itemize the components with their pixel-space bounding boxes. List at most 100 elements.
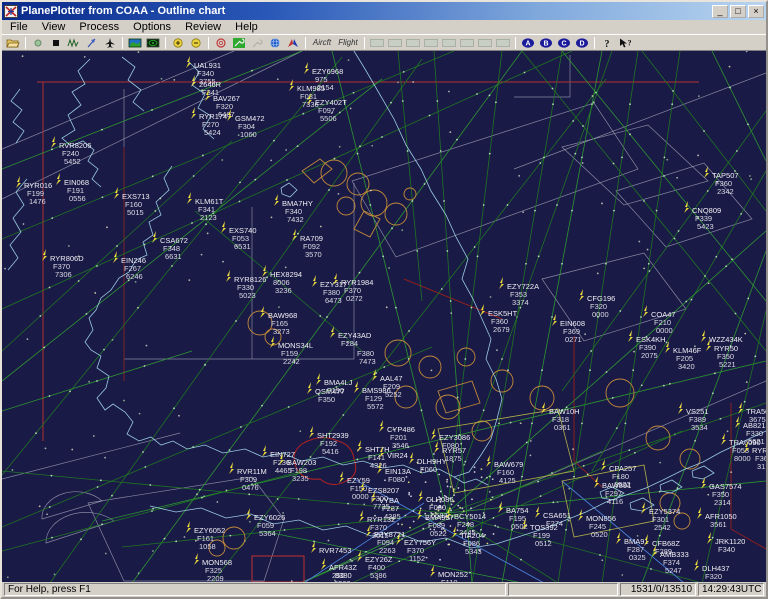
aircraft-label[interactable]: MONS34LF1592242	[270, 336, 313, 366]
aircraft-label[interactable]: EZY5374F3012542	[641, 502, 680, 532]
aircraft-label[interactable]: DLH437F3200331	[694, 559, 730, 582]
aircraft-label[interactable]: F3807473	[357, 349, 376, 366]
aircraft-label[interactable]: EZY722AF3533374	[499, 277, 539, 307]
track-dot	[334, 158, 336, 160]
radar-view-button[interactable]	[144, 36, 162, 50]
aircraft-marker-icon	[641, 502, 646, 514]
aircraft-label[interactable]: BMA997F0890522	[417, 508, 454, 538]
aircraft-label[interactable]: BMA91F2870325	[616, 532, 649, 562]
menu-item-process[interactable]: Process	[72, 21, 126, 34]
aircraft-label[interactable]: WZZ434K	[701, 330, 743, 344]
aircraft-label[interactable]: BAW968F1653273	[260, 306, 297, 336]
signal-button[interactable]	[65, 36, 83, 50]
aircraft-label[interactable]: TAP507F3602342	[704, 166, 739, 196]
aircraft-view-button[interactable]	[101, 36, 119, 50]
record-button[interactable]	[29, 36, 47, 50]
aircraft-list-button[interactable]: Aircft	[309, 36, 335, 50]
aircraft-label[interactable]: COA47F2100000	[643, 305, 676, 335]
position-dot	[470, 507, 472, 509]
menu-item-help[interactable]: Help	[228, 21, 265, 34]
aircraft-label[interactable]: EIN068F1910556	[56, 173, 89, 203]
coastline	[122, 57, 144, 111]
aircraft-label[interactable]: EZY6052F1611058	[186, 521, 225, 551]
position-dot	[216, 501, 218, 503]
stop-button[interactable]	[47, 36, 65, 50]
aircraft-label[interactable]: DLH9HYF060	[409, 452, 447, 474]
position-dot	[328, 540, 330, 542]
aircraft-label[interactable]: KLM46FF2053420	[665, 341, 702, 371]
aircraft-label[interactable]: KLM61TF3412123	[187, 192, 224, 222]
track-dot	[648, 263, 650, 265]
close-button[interactable]: ×	[748, 5, 764, 18]
menu-item-view[interactable]: View	[35, 21, 73, 34]
aircraft-label[interactable]: RYR8126F3305023	[226, 270, 266, 300]
aircraft-marker-icon	[579, 289, 584, 301]
view-b-button[interactable]: B	[537, 36, 555, 50]
track-dot	[672, 90, 674, 92]
chart-view-button[interactable]	[126, 36, 144, 50]
zoom-out-button[interactable]	[187, 36, 205, 50]
track-dot	[634, 452, 636, 454]
track-dot	[347, 503, 349, 505]
menu-item-review[interactable]: Review	[178, 21, 228, 34]
help-button[interactable]: ?	[598, 36, 616, 50]
aircraft-label[interactable]: RVR7453	[311, 541, 351, 555]
maximize-button[interactable]: □	[730, 5, 746, 18]
share-button[interactable]	[284, 36, 302, 50]
aircraft-data-text: HEX829480063236	[270, 270, 302, 295]
aircraft-label[interactable]: RVR8206F2405452	[51, 136, 91, 166]
toolbar-separator	[305, 37, 306, 49]
track-dot	[154, 210, 156, 212]
aircraft-label[interactable]: SHT7HF1414326	[357, 440, 390, 470]
aircraft-label[interactable]: 8380	[335, 571, 352, 580]
locate-button[interactable]	[212, 36, 230, 50]
track-dot	[552, 103, 554, 105]
aircraft-label[interactable]: ESK5HTF3602679	[480, 304, 518, 334]
aircraft-label[interactable]: EZY26ZF4005386	[357, 550, 393, 580]
aircraft-label[interactable]: MON568F3252209	[194, 553, 232, 582]
aircraft-label[interactable]: EXS713F1605015	[114, 187, 150, 217]
flight-list-button[interactable]: Flight	[335, 36, 361, 50]
globe-button[interactable]	[266, 36, 284, 50]
track-dot	[625, 423, 627, 425]
view-d-button[interactable]: D	[573, 36, 591, 50]
aircraft-label[interactable]: BMA7HYF3407432	[274, 194, 313, 224]
outline-chart-map[interactable]: UAL931F34037552646RF341BAV267F3206467RYR…	[2, 51, 766, 582]
aircraft-label[interactable]: RA709F0923570	[292, 229, 323, 259]
zoom-in-button[interactable]	[169, 36, 187, 50]
aircraft-label[interactable]: CSA672F3486631	[152, 231, 188, 261]
aircraft-label[interactable]: ESK4KHF3902075	[628, 330, 666, 360]
position-dot	[388, 267, 390, 269]
aircraft-label[interactable]: JRK1120F340	[707, 532, 745, 554]
menu-item-options[interactable]: Options	[126, 21, 178, 34]
tools-button[interactable]	[230, 36, 248, 50]
airfield-zone	[436, 395, 460, 419]
mark-button[interactable]	[83, 36, 101, 50]
aircraft-label[interactable]: MON252F110	[430, 565, 468, 582]
track-dot	[173, 407, 175, 409]
aircraft-label[interactable]: EZY59F1500000	[339, 471, 370, 501]
aircraft-label[interactable]: BAW679F1604125	[486, 455, 523, 485]
minimize-button[interactable]: _	[712, 5, 728, 18]
view-c-button[interactable]: C	[555, 36, 573, 50]
aircraft-label[interactable]: EIN246F2676246	[113, 251, 146, 281]
aircraft-label[interactable]: HEX829480063236	[262, 265, 302, 295]
aircraft-label[interactable]: EIN608F3690271	[552, 314, 585, 344]
open-chart-button[interactable]	[4, 36, 22, 50]
track-dot	[649, 270, 651, 272]
track-dot	[519, 307, 521, 309]
aircraft-label[interactable]: GAS7574F3502314	[701, 477, 742, 507]
track-dot	[351, 560, 353, 562]
track-dot	[398, 560, 400, 562]
aircraft-data-text: BMA7HYF3407432	[282, 199, 313, 224]
aircraft-data-text: EZY8721F0942263	[374, 530, 405, 555]
view-a-button[interactable]: A	[519, 36, 537, 50]
track-dot	[489, 153, 491, 155]
aircraft-label[interactable]: RYR1747F2705424	[191, 107, 231, 137]
aircraft-label[interactable]: EXS740F0536531	[221, 221, 257, 251]
aircraft-label[interactable]: BAW891F2974116	[594, 476, 631, 506]
context-help-button[interactable]: ?	[616, 36, 634, 50]
menu-item-file[interactable]: File	[3, 21, 35, 34]
aircraft-label[interactable]: RVR11MF3090476	[229, 462, 267, 492]
aircraft-label[interactable]: CFG196F3200000	[579, 289, 615, 319]
